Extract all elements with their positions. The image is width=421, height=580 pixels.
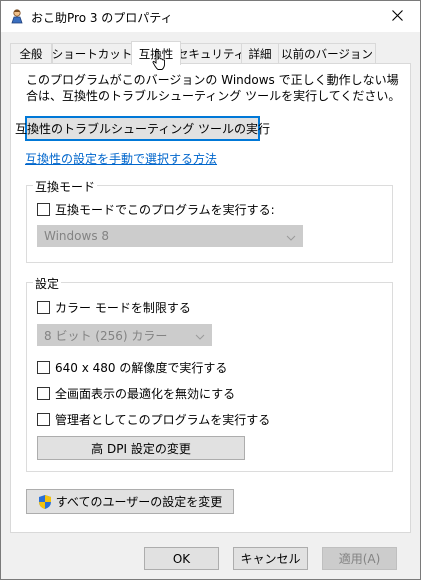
tab-security[interactable]: セキュリティ <box>177 43 245 64</box>
settings-group-label: 設定 <box>33 275 62 292</box>
close-button[interactable] <box>375 1 420 32</box>
mouse-cursor-icon <box>152 51 166 74</box>
run-as-admin-checkbox-row[interactable]: 管理者としてこのプログラムを実行する <box>37 411 270 428</box>
res-640-label: 640 x 480 の解像度で実行する <box>55 361 228 375</box>
cancel-button[interactable]: キャンセル <box>233 547 308 570</box>
close-icon <box>392 9 403 24</box>
compat-mode-checkbox[interactable] <box>37 203 50 216</box>
compat-mode-group: 互換モード 互換モードでこのプログラムを実行する: Windows 8 <box>26 178 393 263</box>
app-icon <box>9 8 25 24</box>
tab-strip: 全般 ショートカット 互換性 セキュリティ 詳細 以前のバージョン <box>10 41 410 65</box>
run-as-admin-checkbox[interactable] <box>37 413 50 426</box>
disable-fullscreen-label: 全画面表示の最適化を無効にする <box>55 387 236 401</box>
manual-settings-link[interactable]: 互換性の設定を手動で選択する方法 <box>25 150 217 167</box>
compatibility-description: このプログラムがこのバージョンの Windows で正しく動作しない場合は、互換… <box>26 73 401 103</box>
tab-previous-versions[interactable]: 以前のバージョン <box>278 43 376 64</box>
disable-fullscreen-checkbox-row[interactable]: 全画面表示の最適化を無効にする <box>37 385 235 402</box>
compat-mode-select: Windows 8 <box>37 225 303 247</box>
color-mode-select-value: 8 ビット (256) カラー <box>44 328 168 343</box>
ok-button[interactable]: OK <box>144 547 219 570</box>
uac-shield-icon <box>38 494 52 510</box>
apply-button[interactable]: 適用(A) <box>322 547 397 570</box>
tab-shortcut[interactable]: ショートカット <box>52 43 132 64</box>
change-all-users-label: すべてのユーザーの設定を変更 <box>55 495 223 509</box>
reduced-color-checkbox[interactable] <box>37 301 50 314</box>
chevron-down-icon <box>195 330 205 344</box>
reduced-color-label: カラー モードを制限する <box>55 301 191 315</box>
window-title: おこ助Pro 3 のプロパティ <box>31 11 173 25</box>
tab-general[interactable]: 全般 <box>10 43 52 64</box>
compat-mode-checkbox-row[interactable]: 互換モードでこのプログラムを実行する: <box>37 201 275 218</box>
settings-group: 設定 カラー モードを制限する 8 ビット (256) カラー 640 x 48… <box>26 275 393 472</box>
run-troubleshooter-button[interactable]: 互換性のトラブルシューティング ツールの実行 <box>15 116 270 141</box>
disable-fullscreen-checkbox[interactable] <box>37 387 50 400</box>
compatibility-panel: このプログラムがこのバージョンの Windows で正しく動作しない場合は、互換… <box>10 63 411 533</box>
title-bar: おこ助Pro 3 のプロパティ <box>1 1 420 32</box>
compat-mode-group-label: 互換モード <box>33 178 98 195</box>
compat-mode-select-value: Windows 8 <box>44 229 110 243</box>
properties-dialog: おこ助Pro 3 のプロパティ 全般 ショートカット 互換性 セキュリティ 詳細… <box>0 0 421 580</box>
change-all-users-button[interactable]: すべてのユーザーの設定を変更 <box>26 489 234 514</box>
res-640-checkbox[interactable] <box>37 361 50 374</box>
chevron-down-icon <box>286 231 296 245</box>
tab-details[interactable]: 詳細 <box>241 43 279 64</box>
reduced-color-checkbox-row[interactable]: カラー モードを制限する <box>37 299 191 316</box>
run-as-admin-label: 管理者としてこのプログラムを実行する <box>55 413 271 427</box>
high-dpi-settings-button[interactable]: 高 DPI 設定の変更 <box>37 436 245 460</box>
color-mode-select: 8 ビット (256) カラー <box>37 324 212 346</box>
compat-mode-checkbox-label: 互換モードでこのプログラムを実行する: <box>55 203 275 217</box>
res-640-checkbox-row[interactable]: 640 x 480 の解像度で実行する <box>37 359 227 376</box>
